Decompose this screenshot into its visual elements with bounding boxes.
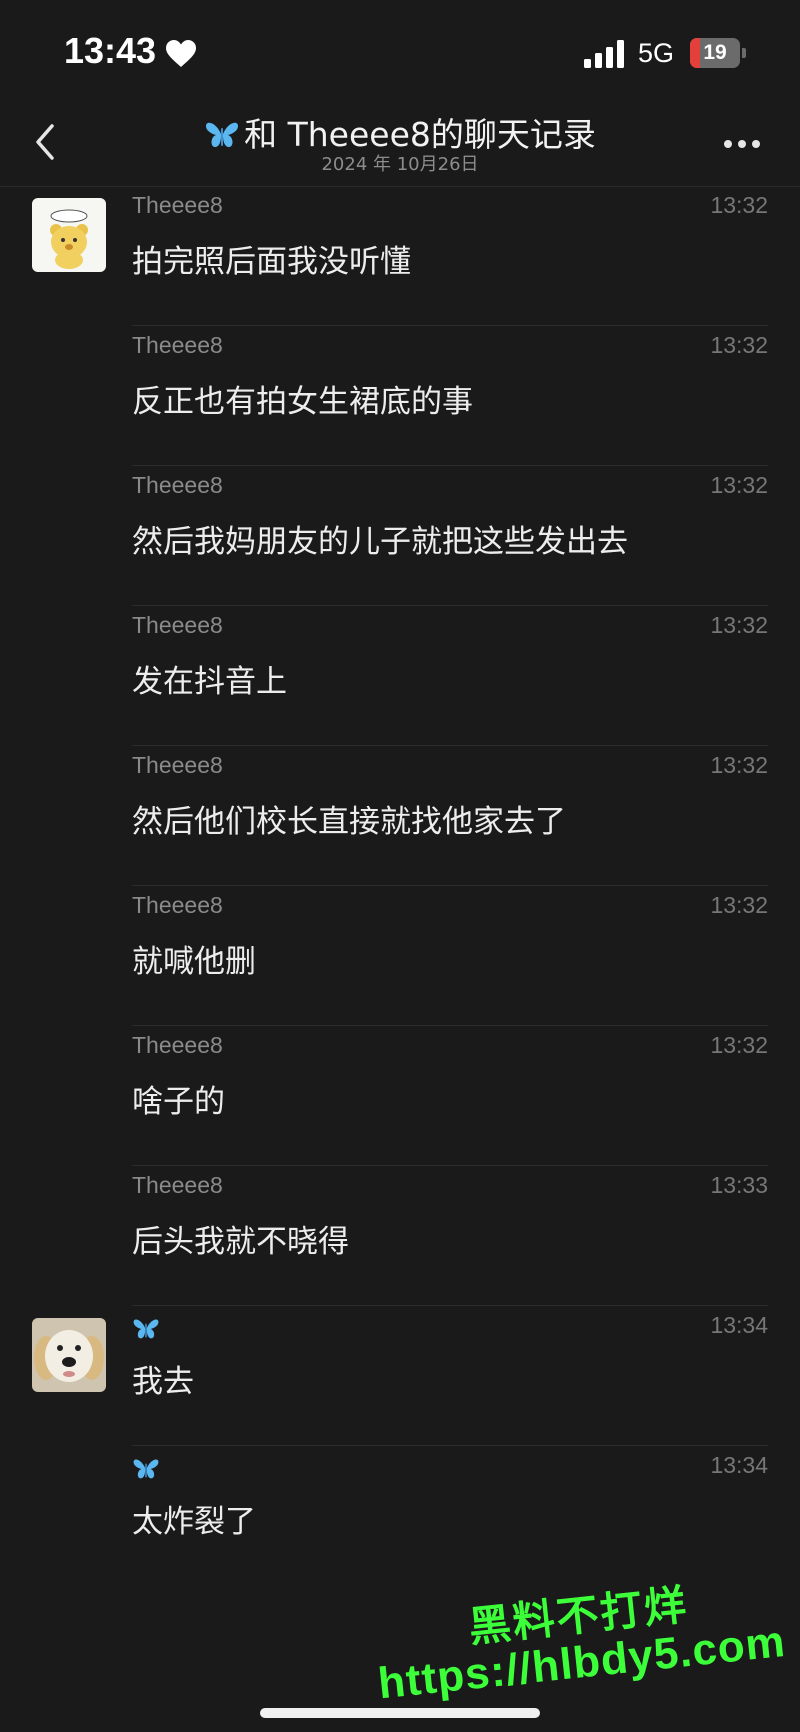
- dog-avatar[interactable]: [32, 1318, 106, 1392]
- message-row[interactable]: Theeee8 13:33 后头我就不晓得: [0, 1166, 800, 1306]
- message-row[interactable]: Theeee8 13:32 然后我妈朋友的儿子就把这些发出去: [0, 466, 800, 606]
- message-time: 13:32: [710, 1032, 768, 1058]
- message-row[interactable]: Theeee8 13:32 发在抖音上: [0, 606, 800, 746]
- message-row[interactable]: Theeee8 13:32 然后他们校长直接就找他家去了: [0, 746, 800, 886]
- message-time: 13:33: [710, 1172, 768, 1198]
- message-text: 然后我妈朋友的儿子就把这些发出去: [132, 524, 628, 560]
- battery-tip: [742, 48, 746, 58]
- message-sender: Theeee8: [132, 752, 223, 778]
- message-row[interactable]: Theeee8 13:32 啥子的: [0, 1026, 800, 1166]
- message-row[interactable]: Theeee8 13:32 就喊他删: [0, 886, 800, 1026]
- message-time: 13:32: [710, 472, 768, 498]
- home-indicator[interactable]: [260, 1708, 540, 1718]
- chat-history-list: Theeee8 13:32 拍完照后面我没听懂 Theeee8 13:32 反正…: [0, 186, 800, 1586]
- message-sender: Theeee8: [132, 332, 223, 358]
- bear-avatar[interactable]: [32, 198, 106, 272]
- message-row[interactable]: 13:34 太炸裂了: [0, 1446, 800, 1586]
- message-text: 拍完照后面我没听懂: [132, 244, 411, 280]
- battery-level: 19: [703, 41, 727, 64]
- message-time: 13:34: [710, 1452, 768, 1478]
- status-bar: 13:43 5G 19: [0, 0, 800, 100]
- butterfly-icon: [206, 122, 239, 148]
- message-sender: Theeee8: [132, 612, 223, 638]
- chat-date: 2024 年 10月26日: [321, 154, 479, 175]
- message-time: 13:32: [710, 192, 768, 218]
- message-sender: Theeee8: [132, 892, 223, 918]
- status-time: 13:43: [64, 30, 157, 71]
- heart-icon: [166, 40, 196, 67]
- message-time: 13:34: [710, 1312, 768, 1338]
- message-time: 13:32: [710, 752, 768, 778]
- message-row[interactable]: Theeee8 13:32 反正也有拍女生裙底的事: [0, 326, 800, 466]
- message-sender: [132, 1452, 160, 1482]
- message-sender: Theeee8: [132, 1032, 223, 1058]
- message-time: 13:32: [710, 892, 768, 918]
- chat-title: 和 Theeee8的聊天记录: [0, 108, 800, 156]
- message-row[interactable]: Theeee8 13:32 拍完照后面我没听懂: [0, 186, 800, 326]
- message-text: 我去: [132, 1364, 194, 1400]
- network-label: 5G: [638, 38, 675, 68]
- message-text: 反正也有拍女生裙底的事: [132, 384, 473, 420]
- nav-bar: 和 Theeee8的聊天记录 2024 年 10月26日: [0, 100, 800, 187]
- message-text: 就喊他删: [132, 944, 256, 980]
- message-sender: Theeee8: [132, 472, 223, 498]
- message-sender: Theeee8: [132, 192, 223, 218]
- message-text: 发在抖音上: [132, 664, 287, 700]
- message-text: 后头我就不晓得: [132, 1224, 349, 1260]
- message-time: 13:32: [710, 332, 768, 358]
- message-sender: Theeee8: [132, 1172, 223, 1198]
- message-row[interactable]: 13:34 我去: [0, 1306, 800, 1446]
- message-text: 啥子的: [132, 1084, 225, 1120]
- battery-icon: 19: [690, 38, 740, 68]
- chat-title-text: 和 Theeee8的聊天记录: [244, 115, 596, 154]
- more-icon[interactable]: [722, 138, 762, 150]
- message-text: 然后他们校长直接就找他家去了: [132, 804, 566, 840]
- message-sender: [132, 1312, 160, 1342]
- butterfly-icon: [133, 1459, 159, 1479]
- message-time: 13:32: [710, 612, 768, 638]
- message-text: 太炸裂了: [132, 1504, 256, 1540]
- signal-icon: [584, 40, 624, 68]
- butterfly-icon: [133, 1319, 159, 1339]
